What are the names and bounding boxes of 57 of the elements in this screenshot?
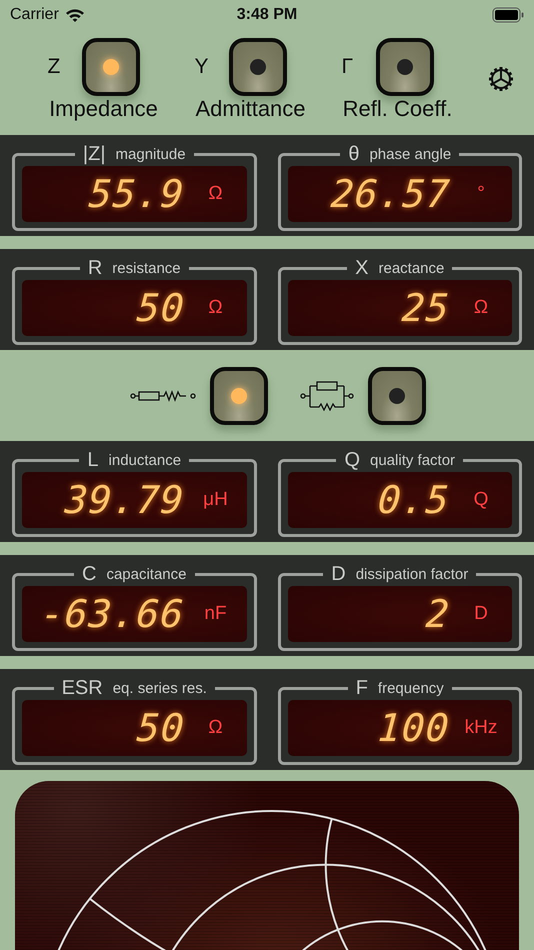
meter-value: -63.66 [40,592,186,636]
meter-unit: Ω [207,297,224,319]
mode-label: Admittance [195,96,306,122]
meter-value: 50 [135,286,186,330]
settings-icon[interactable] [488,66,514,92]
mode-symbol: Γ [342,55,354,79]
meter-label: capacitance [106,566,186,582]
mode-label: Refl. Coeff. [342,96,452,122]
toggle-button[interactable] [376,38,434,96]
parallel-circuit-icon [300,380,354,410]
meter-value: 26.57 [329,172,452,216]
meter-symbol: Q [344,448,360,472]
meter-symbol: L [87,448,99,472]
meter-label: eq. series res. [112,680,207,696]
meter-label: inductance [108,452,182,468]
meter-unit: Q [472,489,490,511]
meter-unit: D [473,603,489,625]
meter-label: phase angle [369,146,452,162]
mode-label: Impedance [49,96,158,122]
toggle-button[interactable] [368,366,426,424]
meter-value: 55.9 [87,172,186,216]
meter-value: 25 [400,286,452,330]
meter-unit: Ω [472,297,490,319]
meter-symbol: D [331,562,346,586]
meter-label: quality factor [370,452,456,468]
battery-icon [492,7,524,23]
toggle-button[interactable] [210,366,268,424]
meter-symbol: C [82,562,96,586]
meter-unit: μH [202,489,229,511]
mode-symbol: Z [48,55,62,79]
clock-time: 3:48 PM [236,6,298,23]
meter-value: 2 [424,592,452,636]
toggle-button[interactable] [228,38,286,96]
meter-value: 0.5 [376,478,452,522]
meter-symbol: F [356,676,368,700]
meter-symbol: X [355,256,368,280]
meter-unit: Ω [207,183,224,205]
meter-label: resistance [112,260,181,276]
meter-label: magnitude [116,146,186,162]
meter-symbol: θ [348,142,360,166]
meter-symbol: R [88,256,102,280]
meter-unit: ° [476,183,486,205]
meter-label: frequency [378,680,444,696]
wifi-icon [64,8,85,22]
meter-label: reactance [378,260,444,276]
carrier-name: Carrier [10,6,59,24]
toggle-button[interactable] [82,38,140,96]
meter-value: 100 [376,706,452,750]
mode-symbol: Y [194,55,210,79]
meter-symbol: ESR [62,676,103,700]
meter-unit: nF [203,603,228,625]
meter-label: dissipation factor [356,566,468,582]
meter-symbol: |Z| [82,142,106,166]
meter-value: 39.79 [64,478,186,522]
meter-value: 50 [135,706,186,750]
meter-unit: kHz [464,717,498,739]
meter-unit: Ω [207,717,224,739]
